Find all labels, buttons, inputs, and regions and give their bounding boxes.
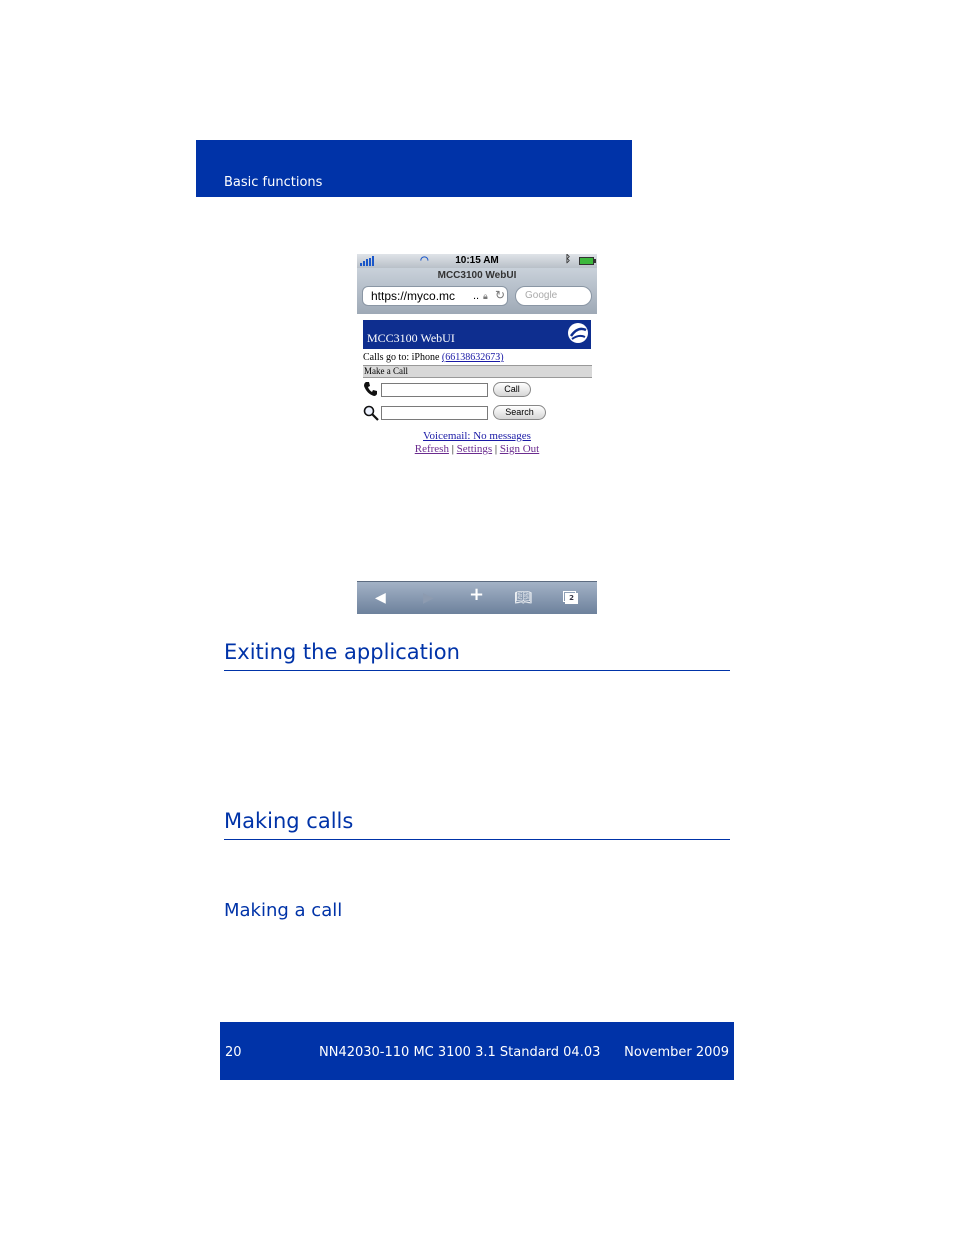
header-bar: Basic functions <box>196 140 632 197</box>
separator: | <box>448 443 457 455</box>
settings-link[interactable]: Settings <box>457 443 492 455</box>
back-arrow-icon[interactable]: ◀ <box>375 590 386 606</box>
reload-icon[interactable]: ↻ <box>495 286 505 304</box>
calls-go-to-label: Calls go to: iPhone <box>363 352 442 363</box>
heading-making-calls: Making calls <box>224 809 354 833</box>
calls-go-to-number-link[interactable]: (6613863267З) <box>442 352 504 363</box>
call-number-input[interactable] <box>381 383 488 397</box>
footer-bar: 20 NN42030-110 MC 3100 3.1 Standard 04.0… <box>220 1022 734 1080</box>
sign-out-link[interactable]: Sign Out <box>500 443 539 455</box>
pages-count: 2 <box>565 593 578 604</box>
search-field[interactable]: Google <box>515 286 592 306</box>
add-bookmark-icon[interactable]: + <box>469 586 484 604</box>
iphone-screenshot: ◠ 10:15 AM ᛒ MCC3100 WebUI https://myco.… <box>357 254 597 614</box>
heading-rule <box>224 670 730 671</box>
document-id: NN42030-110 MC 3100 3.1 Standard 04.03 <box>319 1045 601 1060</box>
webui-banner: MCC3100 WebUI <box>363 320 591 349</box>
search-button[interactable]: Search <box>493 405 546 420</box>
publication-date: November 2009 <box>624 1045 729 1060</box>
call-button[interactable]: Call <box>493 382 531 397</box>
url-text: https://myco.mc <box>371 289 456 303</box>
calls-go-to: Calls go to: iPhone (6613863267З) <box>363 352 504 363</box>
bluetooth-icon: ᛒ <box>565 254 571 265</box>
url-ellipsis: .. <box>473 290 480 302</box>
url-field[interactable]: https://myco.mc .. 🔒︎ ↻ <box>362 286 508 306</box>
globe-logo-icon <box>568 323 588 343</box>
search-icon <box>363 405 379 421</box>
heading-making-a-call: Making a call <box>224 900 343 921</box>
battery-icon <box>579 257 596 265</box>
status-time: 10:15 AM <box>455 255 499 266</box>
phone-handset-icon <box>364 382 377 396</box>
voicemail-link[interactable]: Voicemail: No messages <box>423 430 531 442</box>
search-input[interactable] <box>381 406 488 420</box>
webui-banner-title: MCC3100 WebUI <box>367 331 455 345</box>
bookmarks-icon[interactable]: 📖︎ <box>514 590 532 606</box>
bottom-links: Refresh | Settings | Sign Out <box>357 443 597 455</box>
section-title: Basic functions <box>224 175 323 190</box>
page-number: 20 <box>225 1045 242 1060</box>
separator: | <box>492 443 500 455</box>
heading-exiting-application: Exiting the application <box>224 640 460 664</box>
pages-icon[interactable]: 2 <box>563 591 578 604</box>
browser-page-title: MCC3100 WebUI <box>437 270 517 281</box>
refresh-link[interactable]: Refresh <box>415 443 449 455</box>
lock-icon: 🔒︎ <box>483 291 488 301</box>
browser-toolbar: ◀ ▶ + 📖︎ 2 <box>357 581 597 614</box>
browser-chrome: MCC3100 WebUI https://myco.mc .. 🔒︎ ↻ Go… <box>357 268 597 314</box>
status-bar: ◠ 10:15 AM ᛒ <box>357 254 597 268</box>
heading-rule <box>224 839 730 840</box>
make-call-section-header: Make a Call <box>363 365 592 378</box>
voicemail-row: Voicemail: No messages <box>357 430 597 442</box>
forward-arrow-icon[interactable]: ▶ <box>423 590 434 606</box>
